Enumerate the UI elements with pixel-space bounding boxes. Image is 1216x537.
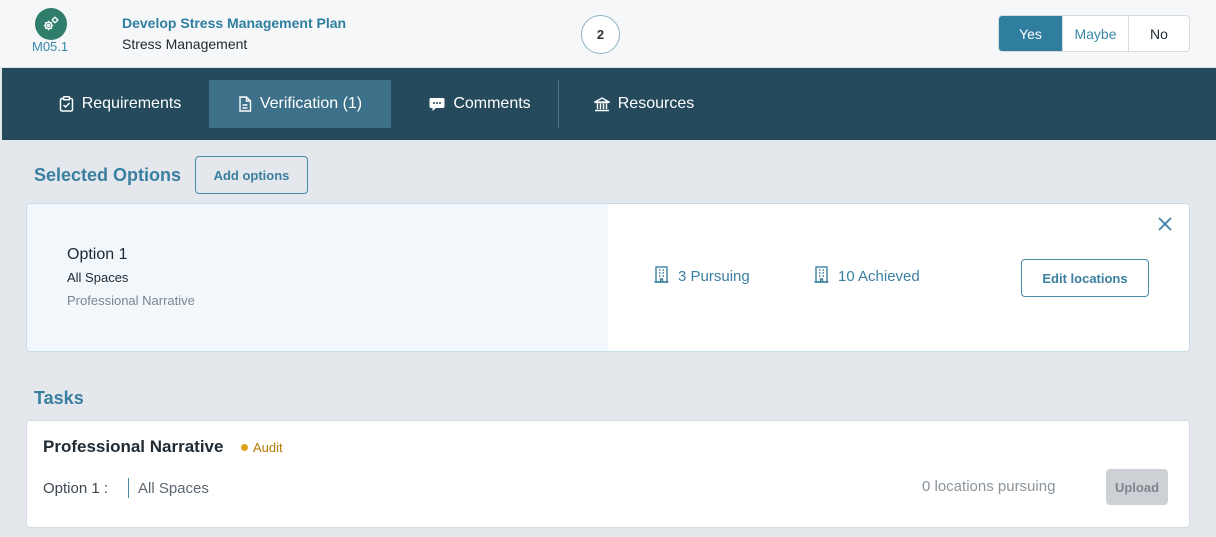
option-name: Option 1 <box>67 246 128 263</box>
tab-verification[interactable]: Verification (1) <box>209 80 391 128</box>
badge-label: Audit <box>253 440 283 455</box>
tab-bar: Requirements Verification (1) Comments R… <box>2 68 1216 140</box>
task-scope: All Spaces <box>138 480 209 497</box>
close-icon[interactable] <box>1157 216 1173 237</box>
upload-button[interactable]: Upload <box>1106 469 1168 505</box>
feature-header: M05.1 Develop Stress Management Plan Str… <box>0 0 1216 68</box>
answer-toggle-group: Yes Maybe No <box>998 15 1190 52</box>
task-title: Professional Narrative <box>43 437 224 456</box>
audit-badge: Audit <box>241 440 283 455</box>
feature-title[interactable]: Develop Stress Management Plan <box>122 15 346 31</box>
building-icon <box>654 266 669 287</box>
tab-label: Comments <box>453 95 531 112</box>
tab-comments[interactable]: Comments <box>407 80 553 128</box>
tab-divider <box>558 80 559 128</box>
building-icon <box>814 266 829 287</box>
gears-icon <box>35 8 67 40</box>
add-options-button[interactable]: Add options <box>195 156 308 194</box>
pursuing-count: 3 Pursuing <box>678 268 750 285</box>
tab-label: Requirements <box>81 95 182 112</box>
feature-subtitle: Stress Management <box>122 36 248 52</box>
achieved-locations-link[interactable]: 10 Achieved <box>814 266 920 287</box>
feature-code: M05.1 <box>32 39 69 54</box>
answer-maybe-button[interactable]: Maybe <box>1062 16 1128 51</box>
option-scope: All Spaces <box>67 270 129 285</box>
locations-pursuing-count: 0 locations pursuing <box>922 478 1056 495</box>
option-card: Option 1 All Spaces Professional Narrati… <box>26 203 1190 352</box>
selected-options-heading: Selected Options <box>34 165 182 185</box>
answer-no-button[interactable]: No <box>1128 16 1189 51</box>
step-number-badge: 2 <box>581 15 620 54</box>
pursuing-locations-link[interactable]: 3 Pursuing <box>654 266 750 287</box>
document-icon <box>238 96 252 112</box>
option-narrative: Professional Narrative <box>67 293 195 308</box>
achieved-count: 10 Achieved <box>838 268 920 285</box>
comment-icon <box>429 97 445 112</box>
task-option-label: Option 1 : <box>43 480 109 497</box>
clipboard-check-icon <box>59 96 74 112</box>
task-card: Professional Narrative Audit Option 1 : … <box>26 420 1190 528</box>
bank-icon <box>593 96 610 112</box>
tab-label: Verification (1) <box>259 95 363 112</box>
status-dot-icon <box>241 444 248 451</box>
option-details: Option 1 All Spaces Professional Narrati… <box>27 204 608 351</box>
tab-requirements[interactable]: Requirements <box>39 80 201 128</box>
divider <box>128 478 129 498</box>
edit-locations-button[interactable]: Edit locations <box>1021 259 1149 297</box>
tab-resources[interactable]: Resources <box>579 80 709 128</box>
answer-yes-button[interactable]: Yes <box>999 16 1062 51</box>
tab-label: Resources <box>617 95 695 112</box>
tasks-heading: Tasks <box>34 388 84 408</box>
